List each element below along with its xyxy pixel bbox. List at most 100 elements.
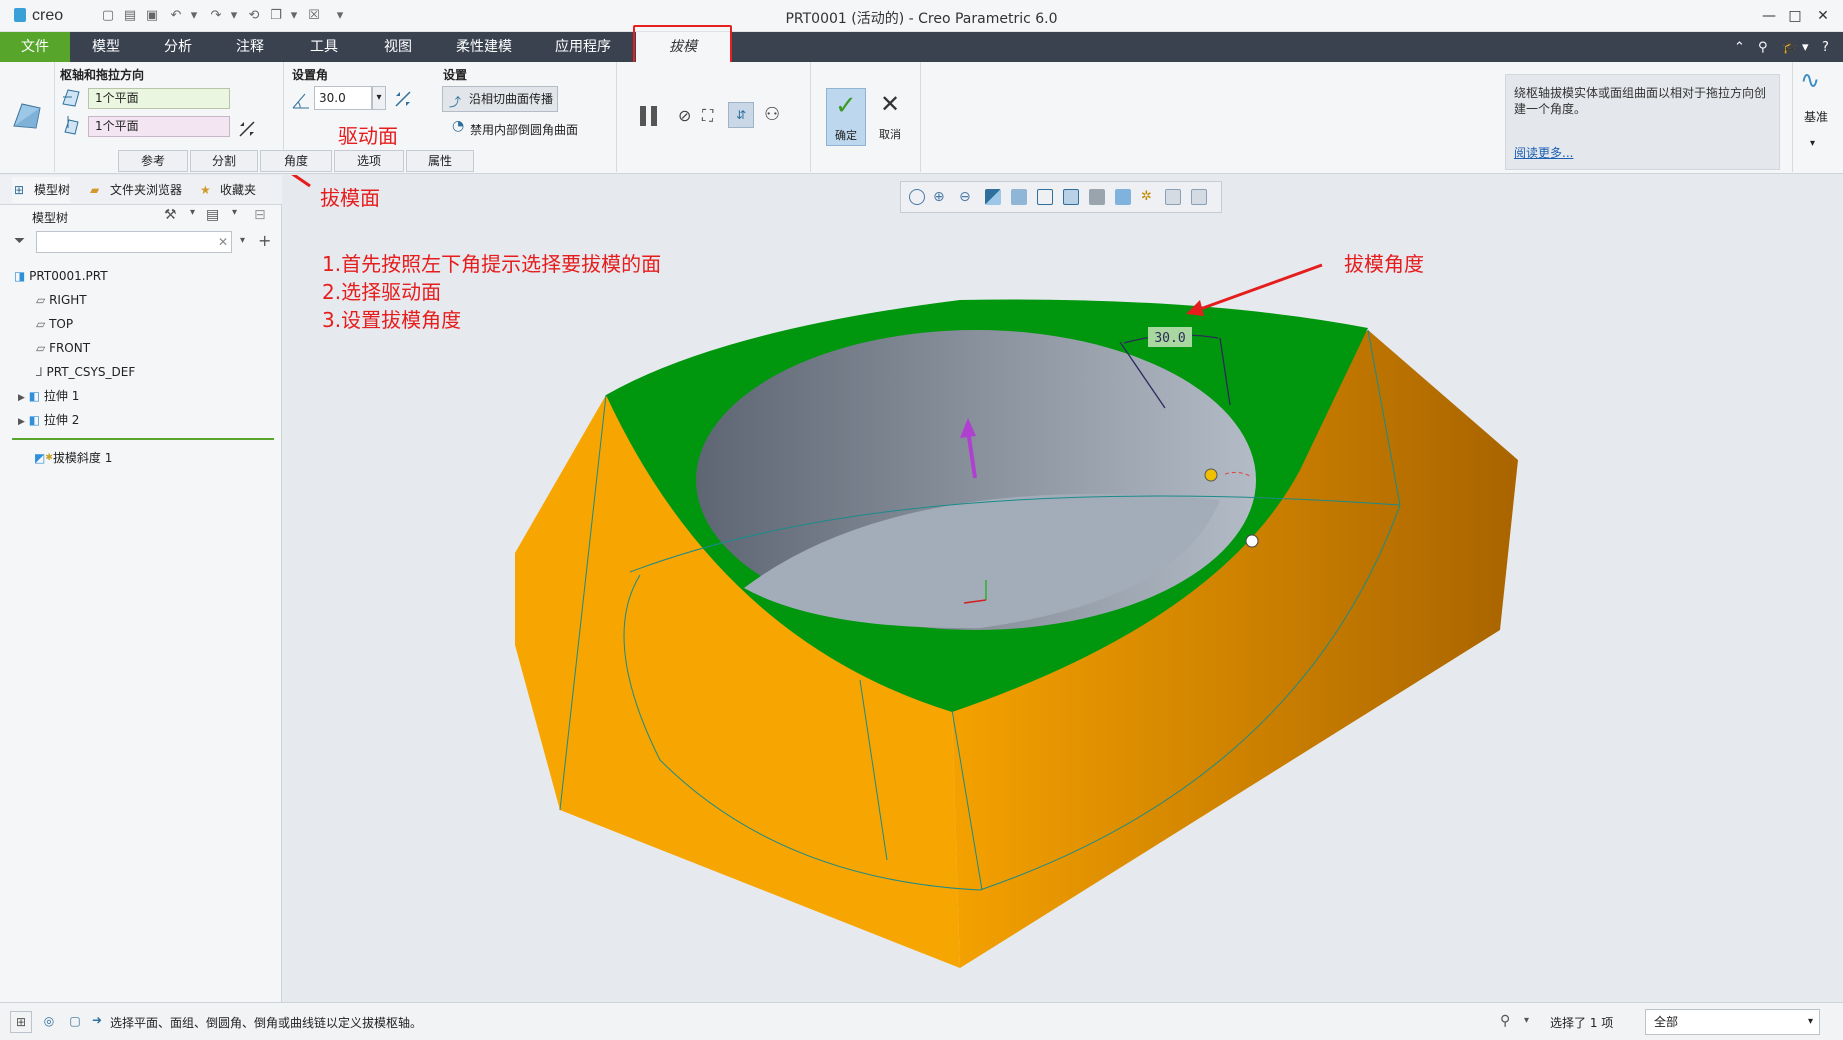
exclude-round-label[interactable]: 禁用内部倒圆角曲面 xyxy=(470,121,578,138)
tree-item-extrude-2[interactable]: ▶ ◧ 拉伸 2 xyxy=(18,409,79,431)
pivot-collector[interactable]: 1个平面 xyxy=(88,88,230,109)
angle-dropdown-icon[interactable]: ▾ xyxy=(372,86,386,110)
collapse-ribbon-icon[interactable]: ⌃ xyxy=(1734,40,1745,55)
tab-folder-browser[interactable]: ▰ 文件夹浏览器 xyxy=(88,177,182,203)
dropdown-icon[interactable]: ▾ xyxy=(1802,40,1809,55)
add-icon[interactable]: + xyxy=(258,231,271,250)
pull-direction-collector[interactable]: 1个平面 xyxy=(88,116,230,137)
dimension-label[interactable]: 30.0 xyxy=(1154,331,1185,346)
pull-direction-icon xyxy=(64,116,79,135)
datum-icon[interactable]: ∿ xyxy=(1800,66,1820,94)
undo-icon[interactable]: ↶ xyxy=(168,8,184,24)
extrude-icon: ◧ xyxy=(28,413,41,427)
tree-settings-icon[interactable]: ⚒ xyxy=(164,207,177,223)
tab-file[interactable]: 文件 xyxy=(0,32,70,62)
datum-dropdown-icon[interactable]: ▾ xyxy=(1810,138,1815,149)
minimize-button[interactable]: — xyxy=(1758,6,1780,26)
drag-handle-yellow[interactable] xyxy=(1204,468,1218,482)
find-dropdown-icon[interactable]: ▾ xyxy=(1524,1015,1529,1026)
tree-search-input[interactable] xyxy=(36,231,232,253)
datum-label[interactable]: 基准 xyxy=(1804,108,1828,125)
tree-item-right[interactable]: ▱ RIGHT xyxy=(36,289,87,311)
step-3: 3.设置拔模角度 xyxy=(322,308,462,332)
tab-model[interactable]: 模型 xyxy=(78,32,134,62)
pause-icon-bar1 xyxy=(640,106,646,126)
angle-group-title: 设置角 xyxy=(292,68,329,82)
ok-button[interactable]: ✓ 确定 xyxy=(826,88,866,146)
cancel-x-icon: ✕ xyxy=(880,90,901,118)
browser-toggle-icon[interactable]: ◎ xyxy=(38,1011,60,1033)
tab-annotate[interactable]: 注释 xyxy=(222,32,278,62)
flip-direction-icon[interactable] xyxy=(236,118,258,140)
expand-icon[interactable]: ▶ xyxy=(18,393,25,403)
learning-icon[interactable]: 🎓 xyxy=(1782,40,1798,55)
insert-indicator[interactable] xyxy=(12,438,274,440)
pause-icon-bar2[interactable] xyxy=(651,106,657,126)
pin-icon[interactable]: ⚲ xyxy=(1758,40,1768,55)
windows-dropdown-icon[interactable]: ▾ xyxy=(286,8,302,24)
subtab-options[interactable]: 选项 xyxy=(334,150,404,172)
propagate-tangent-button[interactable]: ⤴ 沿相切曲面传播 xyxy=(442,86,558,112)
subtab-split[interactable]: 分割 xyxy=(190,150,258,172)
expand-icon[interactable]: ▶ xyxy=(18,417,25,427)
search-dropdown-icon[interactable]: ▾ xyxy=(240,235,245,246)
glasses-preview-icon[interactable]: ⚇ xyxy=(764,104,780,125)
cancel-button[interactable]: ✕ 取消 xyxy=(870,88,910,146)
flip-angle-icon[interactable] xyxy=(392,88,414,110)
tree-item-front[interactable]: ▱ FRONT xyxy=(36,337,90,359)
datum-plane-icon: ▱ xyxy=(36,317,46,331)
open-file-icon[interactable]: ▤ xyxy=(122,8,138,24)
step-2: 2.选择驱动面 xyxy=(322,280,442,304)
windows-icon[interactable]: ❐ xyxy=(268,8,284,24)
tree-item-part[interactable]: ◨ PRT0001.PRT xyxy=(14,265,108,287)
annotation-draft-face: 拔模面 xyxy=(320,186,380,210)
subtab-properties[interactable]: 属性 xyxy=(406,150,474,172)
pivot-plane-icon xyxy=(62,89,80,107)
tab-favorites[interactable]: ★ 收藏夹 xyxy=(198,177,256,203)
regenerate-icon[interactable]: ⟲ xyxy=(246,8,262,24)
customize-toolbar-icon[interactable]: ▾ xyxy=(332,8,348,24)
close-window-icon[interactable]: ☒ xyxy=(306,8,322,24)
verify-icon[interactable]: ⇵ xyxy=(728,102,754,128)
tree-settings-dropdown-icon[interactable]: ▾ xyxy=(190,207,195,218)
show-icon[interactable]: ▤ xyxy=(206,207,219,223)
round-surface-icon: ◔ xyxy=(452,118,465,134)
drag-handle-white[interactable] xyxy=(1245,534,1259,548)
tab-tools[interactable]: 工具 xyxy=(296,32,352,62)
tree-item-draft-1[interactable]: ◩✱拔模斜度 1 xyxy=(34,447,112,469)
new-file-icon[interactable]: ▢ xyxy=(100,8,116,24)
show-dropdown-icon[interactable]: ▾ xyxy=(232,207,237,218)
redo-dropdown-icon[interactable]: ▾ xyxy=(226,8,242,24)
redo-icon[interactable]: ↷ xyxy=(208,8,224,24)
tree-item-csys[interactable]: ⅃ PRT_CSYS_DEF xyxy=(36,361,135,383)
filter-icon: ⏷ xyxy=(14,233,26,249)
full-screen-icon[interactable]: ▢ xyxy=(64,1011,86,1033)
tab-model-tree[interactable]: ⊞ 模型树 xyxy=(12,177,71,203)
tree-item-extrude-1[interactable]: ▶ ◧ 拉伸 1 xyxy=(18,385,79,407)
find-icon[interactable]: ⚲ xyxy=(1500,1013,1510,1029)
undo-dropdown-icon[interactable]: ▾ xyxy=(186,8,202,24)
tree-filter-options-icon[interactable]: ⊟ xyxy=(254,207,266,223)
clear-search-icon[interactable]: ✕ xyxy=(218,235,228,249)
draft-dashboard: 枢轴和拖拉方向 1个平面 1个平面 设置角 30.0 ▾ 设置 ⤴ 沿相切曲面传… xyxy=(0,62,1843,174)
propagate-icon: ⤴ xyxy=(449,95,462,109)
subtab-angles[interactable]: 角度 xyxy=(260,150,332,172)
no-preview-icon[interactable]: ⊘ xyxy=(678,106,691,125)
tree-item-top[interactable]: ▱ TOP xyxy=(36,313,73,335)
tab-flexible-modeling[interactable]: 柔性建模 xyxy=(448,32,520,62)
close-button[interactable]: ✕ xyxy=(1812,6,1834,26)
preview-geometry-icon[interactable]: ⛶ xyxy=(702,106,713,126)
selection-filter-dropdown[interactable]: 全部 ▾ xyxy=(1645,1009,1820,1035)
help-icon[interactable]: ? xyxy=(1822,40,1829,55)
tab-analysis[interactable]: 分析 xyxy=(150,32,206,62)
tab-applications[interactable]: 应用程序 xyxy=(546,32,620,62)
tab-view[interactable]: 视图 xyxy=(370,32,426,62)
save-icon[interactable]: ▣ xyxy=(144,8,160,24)
navigator-toggle-icon[interactable]: ⊞ xyxy=(10,1011,32,1033)
subtab-references[interactable]: 参考 xyxy=(118,150,188,172)
maximize-button[interactable]: □ xyxy=(1784,6,1806,26)
model-tree-panel: ⊞ 模型树 ▰ 文件夹浏览器 ★ 收藏夹 模型树 ⚒ ▾ ▤ ▾ ⊟ ⏷ ✕ ▾ + … xyxy=(0,175,282,1002)
datum-plane-icon: ▱ xyxy=(36,293,46,307)
angle-input[interactable]: 30.0 xyxy=(314,86,372,110)
read-more-link[interactable]: 阅读更多... xyxy=(1514,145,1573,161)
